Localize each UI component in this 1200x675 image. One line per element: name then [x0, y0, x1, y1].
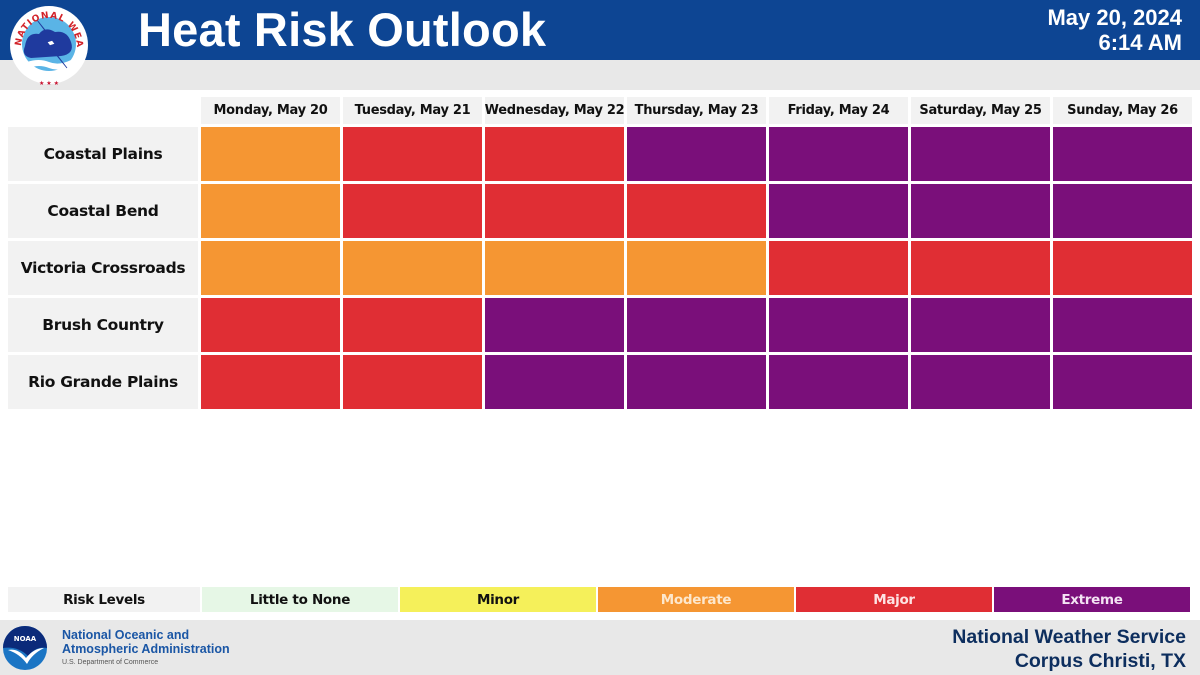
column-header: Thursday, May 23: [627, 97, 766, 124]
legend-item: Little to None: [202, 587, 398, 612]
risk-cell: [911, 241, 1050, 295]
issued-datetime: May 20, 2024 6:14 AM: [1047, 5, 1182, 55]
column-header: Sunday, May 26: [1053, 97, 1192, 124]
nws-office-line2: Corpus Christi, TX: [1014, 650, 1186, 672]
noaa-name: National Oceanic and Atmospheric Adminis…: [62, 628, 230, 656]
noaa-name-line2: Atmospheric Administration: [62, 642, 230, 656]
nws-office-line1: National Weather Service: [952, 626, 1186, 648]
risk-cell: [627, 355, 766, 409]
risk-cell: [201, 127, 340, 181]
row-label: Rio Grande Plains: [8, 355, 198, 409]
risk-cell: [201, 355, 340, 409]
row-label: Victoria Crossroads: [8, 241, 198, 295]
risk-cell: [769, 127, 908, 181]
risk-cell: [1053, 241, 1192, 295]
nws-office: National Weather Service Corpus Christi,…: [952, 625, 1186, 673]
risk-cell: [769, 355, 908, 409]
risk-cell: [201, 241, 340, 295]
row-label: Coastal Bend: [8, 184, 198, 238]
risk-cell: [1053, 298, 1192, 352]
svg-text:★ ★ ★: ★ ★ ★: [39, 80, 59, 87]
risk-cell: [627, 241, 766, 295]
risk-cell: [627, 184, 766, 238]
risk-cell: [911, 127, 1050, 181]
risk-cell: [627, 298, 766, 352]
column-header: Monday, May 20: [201, 97, 340, 124]
risk-cell: [485, 355, 624, 409]
risk-cell: [485, 184, 624, 238]
risk-cell: [201, 298, 340, 352]
risk-cell: [627, 127, 766, 181]
legend-item: Moderate: [598, 587, 794, 612]
nws-logo-icon: ★ ★ ★ NATIONAL WEATHER SERVICE: [9, 2, 88, 87]
issued-time: 6:14 AM: [1098, 30, 1182, 55]
risk-cell: [911, 355, 1050, 409]
risk-cell: [911, 184, 1050, 238]
risk-cell: [201, 184, 340, 238]
risk-cell: [911, 298, 1050, 352]
issued-date: May 20, 2024: [1047, 5, 1182, 30]
risk-cell: [769, 241, 908, 295]
page-title: Heat Risk Outlook: [138, 3, 547, 56]
risk-cell: [1053, 184, 1192, 238]
column-header: Tuesday, May 21: [343, 97, 482, 124]
noaa-logo-icon: NOAA: [3, 626, 47, 670]
risk-cell: [1053, 355, 1192, 409]
legend-item: Major: [796, 587, 992, 612]
risk-cell: [343, 355, 482, 409]
row-label: Coastal Plains: [8, 127, 198, 181]
subheader-bar: [0, 60, 1200, 90]
column-header: Friday, May 24: [769, 97, 908, 124]
risk-cell: [343, 298, 482, 352]
risk-cell: [485, 241, 624, 295]
risk-cell: [769, 184, 908, 238]
risk-cell: [769, 298, 908, 352]
risk-cell: [485, 298, 624, 352]
svg-text:NOAA: NOAA: [14, 635, 37, 643]
legend-item: Extreme: [994, 587, 1190, 612]
legend-item: Minor: [400, 587, 596, 612]
risk-cell: [343, 184, 482, 238]
legend-title: Risk Levels: [8, 587, 200, 612]
column-header: Wednesday, May 22: [485, 97, 625, 124]
risk-cell: [485, 127, 624, 181]
risk-cell: [343, 127, 482, 181]
noaa-name-line1: National Oceanic and: [62, 628, 190, 642]
noaa-department: U.S. Department of Commerce: [62, 659, 159, 666]
risk-cell: [1053, 127, 1192, 181]
row-label: Brush Country: [8, 298, 198, 352]
risk-cell: [343, 241, 482, 295]
column-header: Saturday, May 25: [911, 97, 1050, 124]
